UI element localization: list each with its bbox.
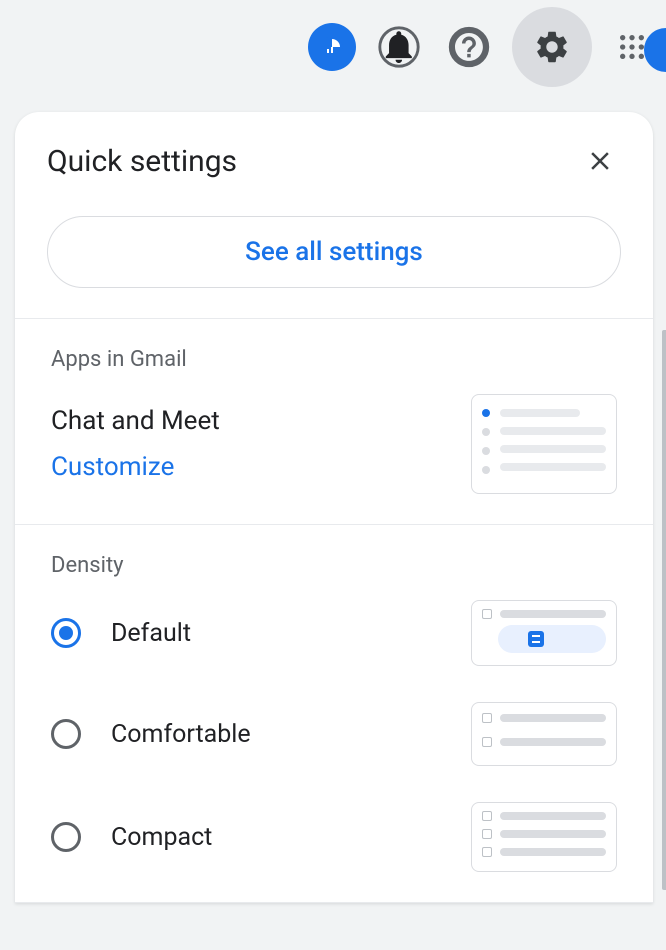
notifications-icon[interactable] <box>372 20 426 74</box>
see-all-settings-button[interactable]: See all settings <box>47 216 621 288</box>
settings-icon[interactable] <box>512 7 592 87</box>
panel-header: Quick settings <box>15 112 653 192</box>
apps-section-title: Apps in Gmail <box>51 347 617 372</box>
density-preview-comfortable <box>471 702 617 766</box>
radio-icon <box>51 618 81 648</box>
panel-title: Quick settings <box>47 144 237 179</box>
settings-scroll: Apps in Gmail Chat and Meet Customize De… <box>15 318 653 903</box>
apps-preview-thumb <box>471 394 617 494</box>
apps-in-gmail-section: Apps in Gmail Chat and Meet Customize <box>15 319 653 525</box>
radio-icon <box>51 719 81 749</box>
density-preview-default <box>471 600 617 666</box>
density-label: Compact <box>111 823 441 852</box>
density-section: Density Default Comfortable Com <box>15 525 653 903</box>
density-option-comfortable[interactable]: Comfortable <box>51 702 617 766</box>
analytics-icon[interactable] <box>308 23 356 71</box>
customize-link[interactable]: Customize <box>51 452 174 482</box>
help-icon[interactable] <box>442 20 496 74</box>
density-section-title: Density <box>51 553 617 578</box>
topbar <box>0 0 666 94</box>
see-all-container: See all settings <box>15 192 653 318</box>
apps-item-name: Chat and Meet <box>51 406 471 436</box>
density-label: Default <box>111 619 441 648</box>
density-preview-compact <box>471 802 617 872</box>
close-button[interactable] <box>579 140 621 182</box>
close-icon <box>585 146 615 176</box>
density-option-default[interactable]: Default <box>51 600 617 666</box>
density-label: Comfortable <box>111 720 441 749</box>
scrollbar[interactable] <box>662 330 666 890</box>
quick-settings-panel: Quick settings See all settings Apps in … <box>15 112 653 903</box>
density-option-compact[interactable]: Compact <box>51 802 617 872</box>
radio-icon <box>51 822 81 852</box>
